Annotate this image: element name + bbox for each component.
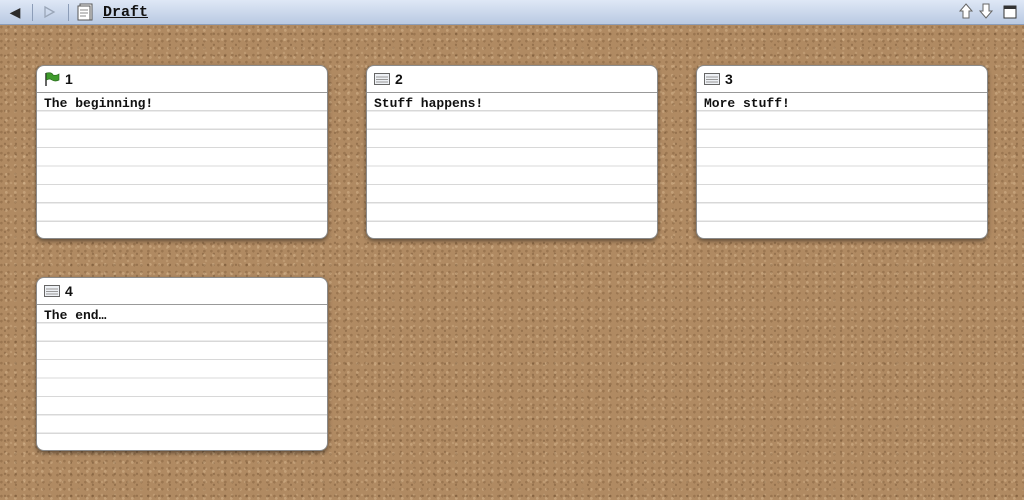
toolbar-separator bbox=[32, 4, 33, 21]
card-number: 1 bbox=[65, 71, 73, 87]
document-icon[interactable] bbox=[77, 3, 95, 21]
card-header[interactable]: 2 bbox=[367, 66, 657, 93]
card-text[interactable]: The beginning! bbox=[44, 97, 320, 111]
up-arrow-icon[interactable] bbox=[958, 3, 974, 21]
card-text[interactable]: The end… bbox=[44, 309, 320, 323]
corkboard[interactable]: 1 The beginning! 2 Stuff happens! 3 More… bbox=[0, 25, 1024, 500]
index-card-4[interactable]: 4 The end… bbox=[36, 277, 328, 451]
index-card-icon bbox=[44, 284, 60, 298]
card-synopsis[interactable]: The beginning! bbox=[37, 93, 327, 238]
card-number: 3 bbox=[725, 71, 733, 87]
forward-arrow-icon[interactable] bbox=[40, 3, 58, 21]
index-card-1[interactable]: 1 The beginning! bbox=[36, 65, 328, 239]
card-text[interactable]: More stuff! bbox=[704, 97, 980, 111]
card-header[interactable]: 1 bbox=[37, 66, 327, 93]
index-card-icon bbox=[374, 72, 390, 86]
toolbar-separator bbox=[68, 4, 69, 21]
card-number: 2 bbox=[395, 71, 403, 87]
card-synopsis[interactable]: The end… bbox=[37, 305, 327, 450]
card-text[interactable]: Stuff happens! bbox=[374, 97, 650, 111]
index-card-3[interactable]: 3 More stuff! bbox=[696, 65, 988, 239]
green-flag-icon bbox=[44, 72, 60, 86]
document-title-link[interactable]: Draft bbox=[103, 4, 148, 21]
back-arrow-icon[interactable]: ◀ bbox=[6, 3, 24, 21]
toolbar: ◀ Draft bbox=[0, 0, 1024, 25]
index-card-2[interactable]: 2 Stuff happens! bbox=[366, 65, 658, 239]
window-icon[interactable] bbox=[1002, 3, 1018, 21]
index-card-icon bbox=[704, 72, 720, 86]
card-header[interactable]: 4 bbox=[37, 278, 327, 305]
card-synopsis[interactable]: Stuff happens! bbox=[367, 93, 657, 238]
card-synopsis[interactable]: More stuff! bbox=[697, 93, 987, 238]
down-arrow-icon[interactable] bbox=[978, 3, 994, 21]
card-header[interactable]: 3 bbox=[697, 66, 987, 93]
card-number: 4 bbox=[65, 283, 73, 299]
